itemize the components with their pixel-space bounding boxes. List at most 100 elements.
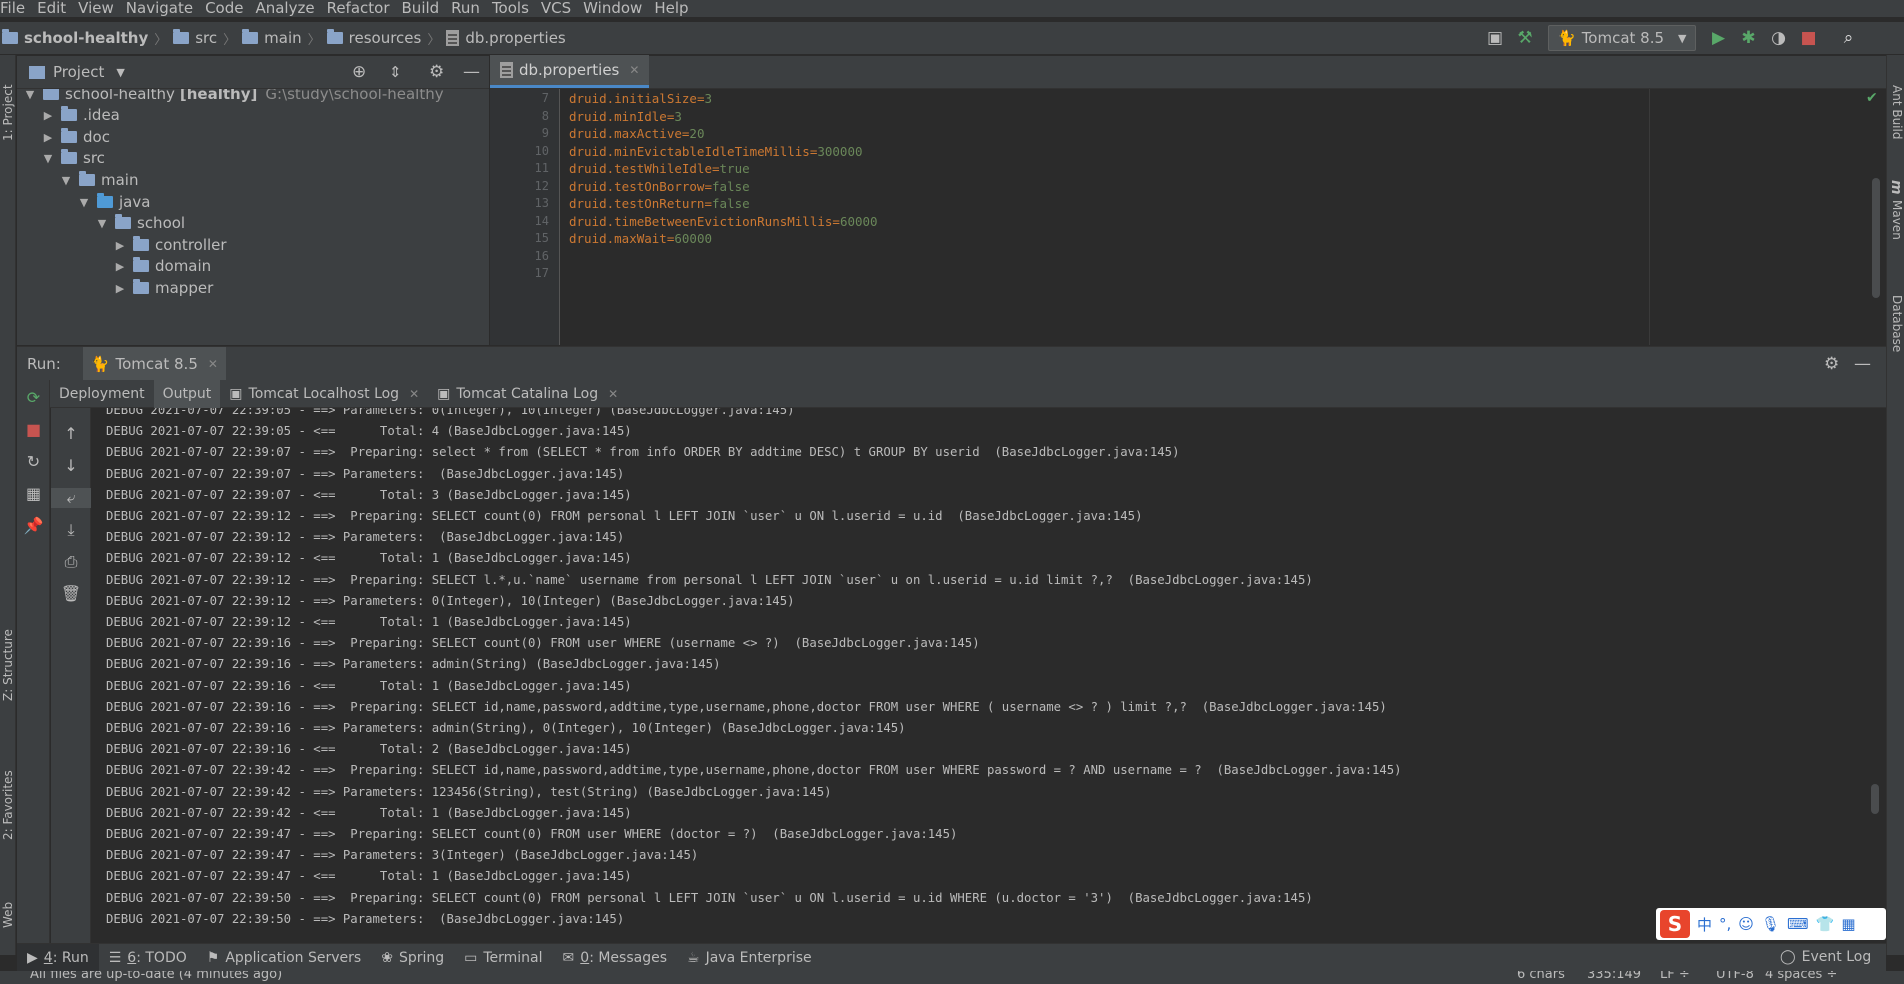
menu-item-edit[interactable]: Edit bbox=[31, 0, 72, 17]
arrow-up-icon[interactable]: ↑ bbox=[51, 424, 91, 443]
close-icon[interactable]: ✕ bbox=[608, 387, 618, 401]
breadcrumb-resources[interactable]: resources bbox=[349, 29, 422, 47]
web-tool-tab[interactable]: Web bbox=[0, 885, 16, 945]
structure-tool-tab[interactable]: Z: Structure bbox=[0, 615, 16, 715]
print-icon[interactable]: ⎙ bbox=[51, 552, 91, 572]
project-tool-tab[interactable]: 1: Project bbox=[0, 63, 16, 163]
menu-item-refactor[interactable]: Refactor bbox=[321, 0, 396, 17]
bottom-tab-terminal[interactable]: ▭ Terminal bbox=[454, 944, 552, 972]
line-number: 10 bbox=[534, 143, 549, 158]
chevron-down-icon[interactable]: ▼ bbox=[116, 66, 124, 79]
collapsed-arrow-icon[interactable]: ▶ bbox=[41, 109, 55, 122]
menu-item-tools[interactable]: Tools bbox=[486, 0, 535, 17]
stop-icon[interactable]: ■ bbox=[1796, 25, 1822, 51]
menu-item-help[interactable]: Help bbox=[648, 0, 694, 17]
gear-icon[interactable]: ⚙ bbox=[1824, 354, 1839, 374]
keyboard-icon[interactable]: ⌨ bbox=[1787, 915, 1809, 933]
log-line: DEBUG 2021-07-07 22:39:16 - <== Total: 2… bbox=[106, 742, 632, 757]
console-output[interactable]: DEBUG 2021-07-07 22:39:05 - ==> Paramete… bbox=[92, 408, 1886, 938]
favorites-tool-tab[interactable]: 2: Favorites bbox=[0, 755, 16, 855]
arrow-down-icon[interactable]: ↓ bbox=[51, 456, 91, 475]
breadcrumb-project[interactable]: school-healthy bbox=[24, 29, 148, 47]
status-position[interactable]: 335:149 bbox=[1587, 971, 1641, 982]
project-panel-title[interactable]: Project bbox=[53, 63, 104, 81]
rerun-icon[interactable]: ⟳ bbox=[17, 388, 50, 407]
soft-wrap-icon[interactable]: ⤶ bbox=[51, 488, 91, 508]
expanded-arrow-icon[interactable]: ▼ bbox=[41, 152, 55, 165]
coverage-icon[interactable]: ◑ bbox=[1766, 25, 1792, 51]
close-icon[interactable]: ✕ bbox=[629, 63, 639, 77]
breadcrumb-file[interactable]: db.properties bbox=[465, 29, 565, 47]
minimize-icon[interactable]: — bbox=[1854, 354, 1871, 374]
menu-item-build[interactable]: Build bbox=[396, 0, 446, 17]
bottom-tab-spring[interactable]: ❀ Spring bbox=[371, 944, 454, 972]
close-icon[interactable]: ✕ bbox=[208, 357, 218, 371]
menu-item-vcs[interactable]: VCS bbox=[535, 0, 577, 17]
project-structure-icon[interactable]: ▣ bbox=[1482, 25, 1508, 51]
editor-scrollbar[interactable] bbox=[1872, 178, 1880, 298]
status-line-separator[interactable]: LF ÷ bbox=[1660, 971, 1690, 982]
build-hammer-icon[interactable]: ⚒ bbox=[1512, 25, 1538, 51]
editor-tab-db-properties[interactable]: db.properties ✕ bbox=[490, 55, 650, 88]
emoji-icon[interactable]: ☺ bbox=[1738, 915, 1754, 933]
run-subtab-deployment[interactable]: Deployment bbox=[50, 380, 154, 408]
expanded-arrow-icon[interactable]: ▼ bbox=[59, 174, 73, 187]
maven-tool-tab[interactable]: Maven bbox=[1888, 200, 1904, 240]
menu-item-view[interactable]: View bbox=[72, 0, 120, 17]
stop-icon[interactable]: ■ bbox=[17, 420, 50, 439]
ant-build-tool-tab[interactable]: Ant Build bbox=[1888, 85, 1904, 139]
bottom-tab-java-enterprise[interactable]: ☕ Java Enterprise bbox=[677, 944, 822, 972]
pin-icon[interactable]: 📌 bbox=[17, 516, 50, 535]
run-icon[interactable]: ▶ bbox=[1706, 25, 1732, 51]
close-icon[interactable]: ✕ bbox=[409, 387, 419, 401]
bottom-tab-run[interactable]: ▶ 4: Run bbox=[17, 943, 99, 972]
run-configuration-select[interactable]: 🐈 Tomcat 8.5 ▼ bbox=[1548, 25, 1696, 51]
run-subtab-output[interactable]: Output bbox=[153, 379, 221, 408]
sogou-logo[interactable]: S bbox=[1660, 910, 1690, 938]
run-tab-tomcat[interactable]: 🐈 Tomcat 8.5 ✕ bbox=[82, 346, 226, 381]
grid-icon[interactable]: ▦ bbox=[1841, 915, 1855, 933]
update-icon[interactable]: ↻ bbox=[17, 452, 50, 471]
menu-item-file[interactable]: File bbox=[0, 0, 31, 17]
minimize-icon[interactable]: — bbox=[463, 62, 480, 82]
run-subtab-tomcat-catalina-log[interactable]: ▣ Tomcat Catalina Log ✕ bbox=[428, 380, 627, 408]
scroll-to-end-icon[interactable]: ⤓ bbox=[51, 520, 91, 540]
ime-punct-toggle[interactable]: °, bbox=[1719, 915, 1731, 933]
tree-node[interactable]: ▶ mapper bbox=[113, 275, 213, 301]
expanded-arrow-icon[interactable]: ▼ bbox=[23, 89, 37, 101]
menu-item-window[interactable]: Window bbox=[577, 0, 648, 17]
layout-icon[interactable]: ▦ bbox=[17, 484, 50, 503]
search-icon[interactable]: ⌕ bbox=[1836, 25, 1862, 51]
breadcrumb-src[interactable]: src bbox=[195, 29, 217, 47]
collapsed-arrow-icon[interactable]: ▶ bbox=[113, 239, 127, 252]
expanded-arrow-icon[interactable]: ▼ bbox=[95, 217, 109, 230]
collapsed-arrow-icon[interactable]: ▶ bbox=[41, 131, 55, 144]
locate-icon[interactable]: ⊕ bbox=[352, 62, 366, 82]
trash-icon[interactable]: 🗑 bbox=[51, 584, 91, 603]
expanded-arrow-icon[interactable]: ▼ bbox=[77, 196, 91, 209]
menu-item-navigate[interactable]: Navigate bbox=[120, 0, 199, 17]
line-number: 7 bbox=[541, 91, 549, 105]
run-subtab-tomcat-localhost-log[interactable]: ▣ Tomcat Localhost Log ✕ bbox=[220, 380, 428, 408]
console-scrollbar[interactable] bbox=[1871, 784, 1879, 814]
database-tool-tab[interactable]: Database bbox=[1888, 295, 1904, 352]
microphone-icon[interactable]: 🎙 bbox=[1761, 915, 1780, 933]
status-encoding[interactable]: UTF-8 bbox=[1716, 971, 1754, 982]
menu-item-code[interactable]: Code bbox=[199, 0, 249, 17]
breadcrumb-main[interactable]: main bbox=[264, 29, 301, 47]
collapsed-arrow-icon[interactable]: ▶ bbox=[113, 260, 127, 273]
status-indent[interactable]: 4 spaces ÷ bbox=[1765, 971, 1837, 982]
bottom-tab-messages[interactable]: ✉ 0: Messages bbox=[553, 944, 677, 972]
bottom-tab-todo[interactable]: ☰ 6: TODO bbox=[99, 944, 197, 972]
collapse-icon[interactable]: ⇕ bbox=[389, 63, 402, 81]
collapsed-arrow-icon[interactable]: ▶ bbox=[113, 282, 127, 295]
ime-language-toggle[interactable]: 中 bbox=[1697, 914, 1712, 935]
menu-item-analyze[interactable]: Analyze bbox=[249, 0, 320, 17]
gear-icon[interactable]: ⚙ bbox=[429, 62, 444, 82]
skin-icon[interactable]: 👕 bbox=[1816, 915, 1835, 933]
code-editor[interactable]: druid.initialSize=3 druid.minIdle=3 druid.… bbox=[561, 89, 1886, 345]
menu-item-run[interactable]: Run bbox=[445, 0, 486, 17]
bottom-tab-application-servers[interactable]: ⚑ Application Servers bbox=[197, 944, 371, 972]
event-log-button[interactable]: ◯ Event Log bbox=[1780, 943, 1871, 971]
debug-icon[interactable]: ✱ bbox=[1736, 25, 1762, 51]
